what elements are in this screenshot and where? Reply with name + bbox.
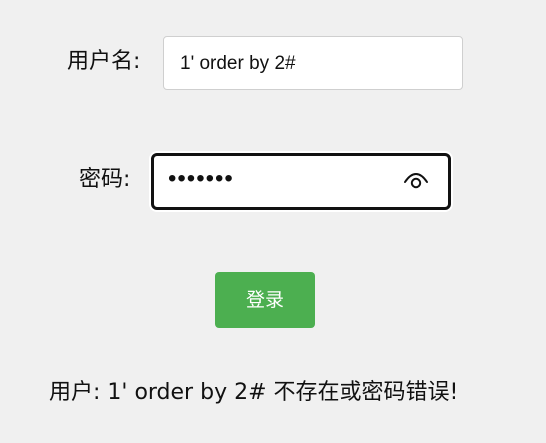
- username-input[interactable]: 1' order by 2#: [163, 36, 463, 90]
- username-input-value: 1' order by 2#: [180, 53, 296, 74]
- username-label: 用户名:: [67, 49, 141, 74]
- error-message: 用户: 1' order by 2# 不存在或密码错误!: [49, 380, 459, 405]
- password-input[interactable]: •••••••: [151, 153, 451, 210]
- eye-icon[interactable]: [403, 173, 429, 191]
- password-label: 密码:: [79, 167, 131, 192]
- password-mask: •••••••: [168, 165, 234, 192]
- login-button[interactable]: 登录: [215, 272, 315, 328]
